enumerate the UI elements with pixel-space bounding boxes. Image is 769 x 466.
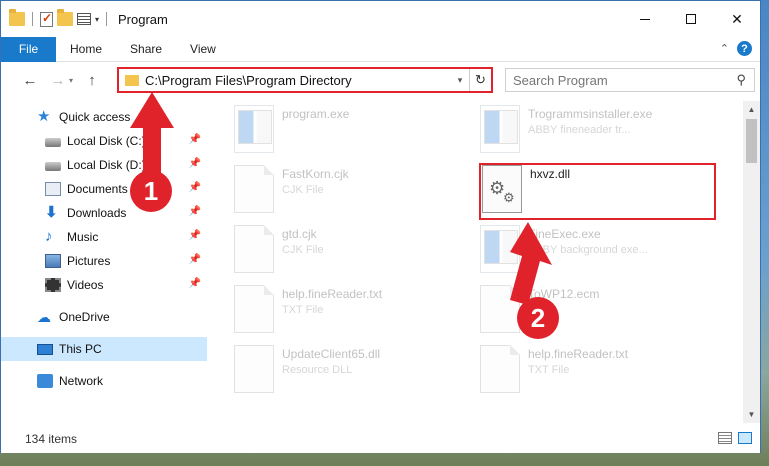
arrow-1: [130, 92, 174, 180]
arrow-2: [510, 222, 552, 305]
annotation-arrows: [130, 92, 552, 305]
step-2-badge: 2: [517, 297, 559, 339]
step-1-badge: 1: [130, 170, 172, 212]
